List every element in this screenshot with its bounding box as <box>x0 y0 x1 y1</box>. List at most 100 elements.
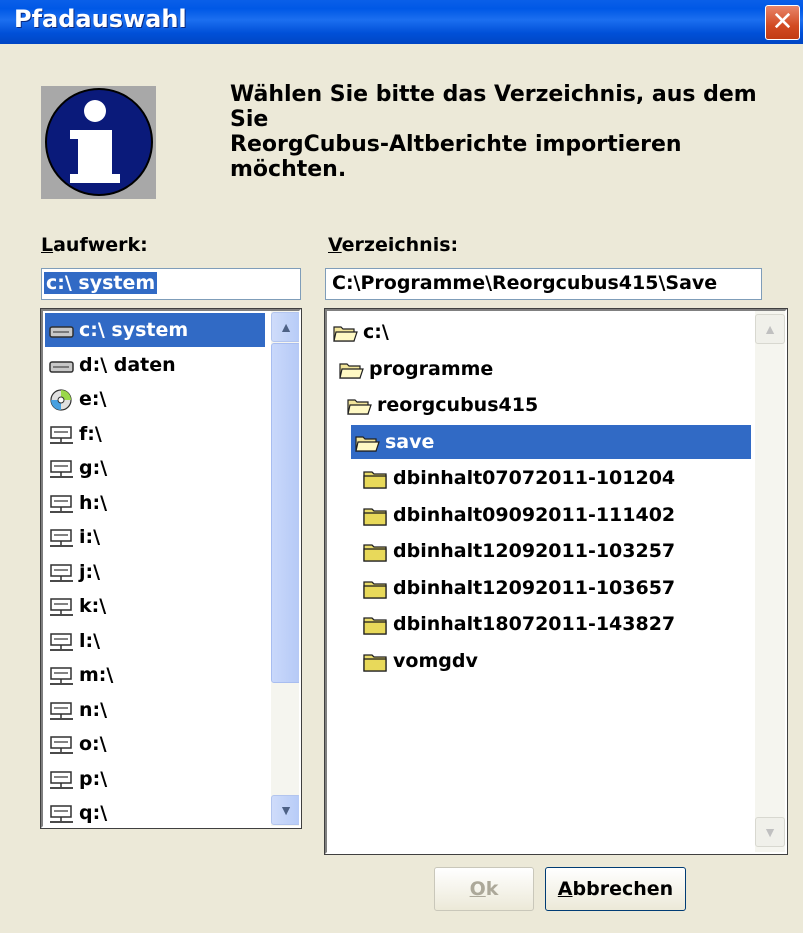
folder-icon <box>363 541 389 562</box>
open-folder-icon <box>355 432 381 452</box>
list-item-label: n:\ <box>79 698 108 721</box>
list-item-label: dbinhalt07072011-101204 <box>393 467 676 489</box>
network-drive-icon <box>49 493 75 513</box>
cd-drive-icon <box>49 389 75 411</box>
chevron-up-icon: ▲ <box>279 319 293 335</box>
list-item-label: vomgdv <box>393 649 478 672</box>
list-item-label: reorgcubus415 <box>377 394 539 416</box>
list-item[interactable]: dbinhalt18072011-143827 <box>359 607 751 641</box>
message-line-1: Wählen Sie bitte das Verzeichnis, aus de… <box>230 82 757 132</box>
directory-scrollbar[interactable]: ▲ ▼ <box>755 311 785 852</box>
close-button[interactable]: ✕ <box>765 5 800 40</box>
list-item-label: c:\ system <box>79 319 189 341</box>
list-item[interactable]: k:\ <box>45 589 265 623</box>
network-drive-icon <box>49 424 75 444</box>
list-item[interactable]: p:\ <box>45 762 265 796</box>
list-item[interactable]: f:\ <box>45 417 265 451</box>
network-drive-icon <box>49 665 75 685</box>
list-item-label: c:\ <box>363 321 389 343</box>
open-folder-icon <box>333 322 359 342</box>
drive-scroll-thumb[interactable] <box>271 343 299 683</box>
open-folder-icon <box>347 395 373 415</box>
scroll-up-button[interactable]: ▲ <box>755 314 785 344</box>
list-item-label: dbinhalt09092011-111402 <box>393 503 676 526</box>
list-item[interactable]: g:\ <box>45 451 265 485</box>
drive-label: Laufwerk: <box>41 234 148 256</box>
list-item[interactable]: save <box>351 424 751 459</box>
list-item[interactable]: j:\ <box>45 555 265 589</box>
list-item[interactable]: dbinhalt09092011-111402 <box>359 498 751 532</box>
list-item-label: dbinhalt12092011-103657 <box>393 576 676 599</box>
title-bar[interactable]: Pfadauswahl ✕ <box>0 0 803 44</box>
chevron-down-icon: ▼ <box>763 824 777 840</box>
list-item-label: q:\ <box>79 802 108 824</box>
list-item[interactable]: e:\ <box>45 382 265 416</box>
list-item[interactable]: dbinhalt07072011-101204 <box>359 461 751 495</box>
list-item[interactable]: reorgcubus415 <box>343 388 751 422</box>
list-item[interactable]: dbinhalt12092011-103257 <box>359 534 751 568</box>
list-item-label: p:\ <box>79 767 108 790</box>
network-drive-icon <box>49 631 75 651</box>
network-drive-icon <box>49 700 75 720</box>
list-item-label: dbinhalt18072011-143827 <box>393 613 676 635</box>
folder-icon <box>363 651 389 672</box>
drive-input-value: c:\ system <box>44 272 158 294</box>
folder-icon <box>363 468 389 489</box>
drive-scrollbar[interactable]: ▲ ▼ <box>271 311 299 826</box>
list-item[interactable]: programme <box>335 352 751 386</box>
drive-list[interactable]: c:\ system d:\ daten e:\ f:\ g:\ h:\ i:\ j:\ k:\… <box>40 308 302 829</box>
list-item[interactable]: l:\ <box>45 624 265 658</box>
list-item-label: o:\ <box>79 733 107 755</box>
folder-icon <box>363 505 389 526</box>
list-item-label: i:\ <box>79 526 101 548</box>
list-item[interactable]: c:\ <box>329 315 751 349</box>
list-item-label: f:\ <box>79 422 102 445</box>
list-item-label: save <box>385 430 435 453</box>
scroll-down-button[interactable]: ▼ <box>755 817 785 847</box>
list-item-label: e:\ <box>79 388 107 410</box>
list-item-label: d:\ daten <box>79 353 176 376</box>
list-item[interactable]: c:\ system <box>45 313 265 347</box>
info-icon <box>41 86 156 199</box>
cancel-button[interactable]: Abbrechen <box>545 867 686 911</box>
scroll-down-button[interactable]: ▼ <box>271 795 299 825</box>
network-drive-icon <box>49 769 75 789</box>
list-item-label: h:\ <box>79 491 108 514</box>
open-folder-icon <box>339 359 365 379</box>
directory-list[interactable]: c:\ programme reorgcubus415 save dbinhalt070… <box>324 308 788 855</box>
dialog-window: Pfadauswahl ✕ Wählen Sie bitte das Verze… <box>0 0 803 933</box>
directory-input-value: C:\Programme\Reorgcubus415\Save <box>332 272 718 294</box>
list-item-label: m:\ <box>79 664 114 686</box>
list-item[interactable]: n:\ <box>45 693 265 727</box>
chevron-up-icon: ▲ <box>763 321 777 337</box>
close-icon: ✕ <box>771 7 794 37</box>
list-item[interactable]: q:\ <box>45 796 265 826</box>
list-item-label: l:\ <box>79 629 101 652</box>
directory-input[interactable]: C:\Programme\Reorgcubus415\Save <box>325 268 762 300</box>
list-item[interactable]: o:\ <box>45 727 265 761</box>
network-drive-icon <box>49 596 75 616</box>
ok-button[interactable]: Ok <box>434 867 534 911</box>
drive-input[interactable]: c:\ system <box>41 268 301 300</box>
list-item-label: g:\ <box>79 457 108 479</box>
list-item[interactable]: h:\ <box>45 486 265 520</box>
hard-drive-icon <box>49 355 75 375</box>
list-item[interactable]: i:\ <box>45 520 265 554</box>
list-item-label: k:\ <box>79 595 107 617</box>
network-drive-icon <box>49 734 75 754</box>
folder-icon <box>363 614 389 635</box>
list-item[interactable]: vomgdv <box>359 644 751 678</box>
window-title: Pfadauswahl <box>14 5 187 33</box>
network-drive-icon <box>49 458 75 478</box>
list-item-label: programme <box>369 357 494 380</box>
message-line-2: ReorgCubus-Altberichte importieren möcht… <box>230 132 682 182</box>
list-item-label: dbinhalt12092011-103257 <box>393 540 676 562</box>
list-item-label: j:\ <box>79 560 101 583</box>
network-drive-icon <box>49 803 75 823</box>
list-item[interactable]: d:\ daten <box>45 348 265 382</box>
instruction-message: Wählen Sie bitte das Verzeichnis, aus de… <box>230 82 790 182</box>
hard-drive-icon <box>49 320 75 340</box>
list-item[interactable]: dbinhalt12092011-103657 <box>359 571 751 605</box>
scroll-up-button[interactable]: ▲ <box>271 312 299 342</box>
list-item[interactable]: m:\ <box>45 658 265 692</box>
